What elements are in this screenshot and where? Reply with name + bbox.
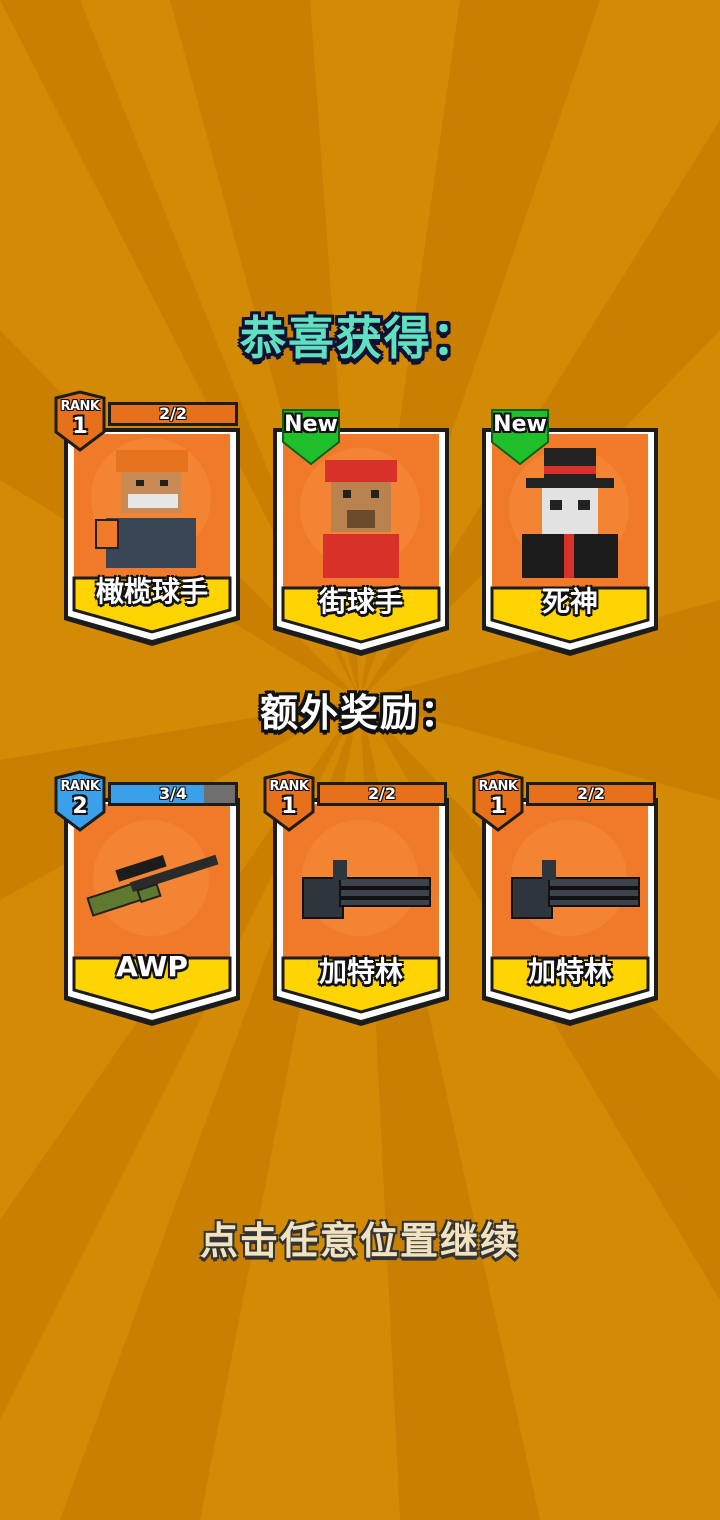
tap-to-continue[interactable]: 点击任意位置继续: [0, 1210, 720, 1265]
reward-name: 街球手: [318, 585, 403, 618]
new-badge: New: [490, 408, 550, 466]
rank-badge: RANK 1: [52, 390, 108, 454]
reward-name: 橄榄球手: [95, 575, 208, 608]
rank-number: 1: [72, 414, 88, 439]
rank-label: RANK: [478, 779, 518, 794]
reward-name: 死神: [541, 585, 598, 618]
reward-card-grim-reaper[interactable]: New 死神: [480, 409, 660, 656]
reward-card-football-player[interactable]: 2/2 RANK 1 橄榄球手: [54, 390, 242, 646]
progress-bar: 3/4: [108, 782, 238, 806]
bonus-card-gatling[interactable]: 2/2 RANK 1 加特林: [263, 770, 451, 1026]
bonus-title: 额外奖励：: [259, 691, 460, 735]
rank-number: 2: [72, 794, 88, 819]
reward-name: 加特林: [527, 955, 612, 988]
new-badge: New: [281, 408, 341, 466]
rank-label: RANK: [60, 399, 100, 414]
rank-number: 1: [490, 794, 506, 819]
new-label: New: [284, 412, 338, 437]
new-label: New: [493, 412, 547, 437]
progress-text: 3/4: [158, 784, 188, 803]
rank-label: RANK: [60, 779, 100, 794]
rank-label: RANK: [269, 779, 309, 794]
bonus-card-awp[interactable]: 3/4 RANK 2 AWP: [54, 770, 242, 1026]
reward-card-street-baller[interactable]: New 街球手: [271, 409, 451, 656]
sunburst-background[interactable]: [0, 0, 720, 1520]
progress-bar: 2/2: [317, 782, 447, 806]
rank-number: 1: [281, 794, 297, 819]
progress-text: 2/2: [158, 404, 188, 423]
rank-badge: RANK 1: [261, 770, 317, 834]
bonus-card-gatling-2[interactable]: 2/2 RANK 1 加特林: [472, 770, 660, 1026]
progress-bar: 2/2: [108, 402, 238, 426]
rank-badge: RANK 2: [52, 770, 108, 834]
progress-text: 2/2: [367, 784, 397, 803]
progress-bar: 2/2: [526, 782, 656, 806]
reward-name: 加特林: [318, 955, 403, 988]
reward-name: AWP: [116, 950, 188, 983]
reward-title: 恭喜获得：: [240, 311, 480, 365]
progress-text: 2/2: [576, 784, 606, 803]
rank-badge: RANK 1: [470, 770, 526, 834]
